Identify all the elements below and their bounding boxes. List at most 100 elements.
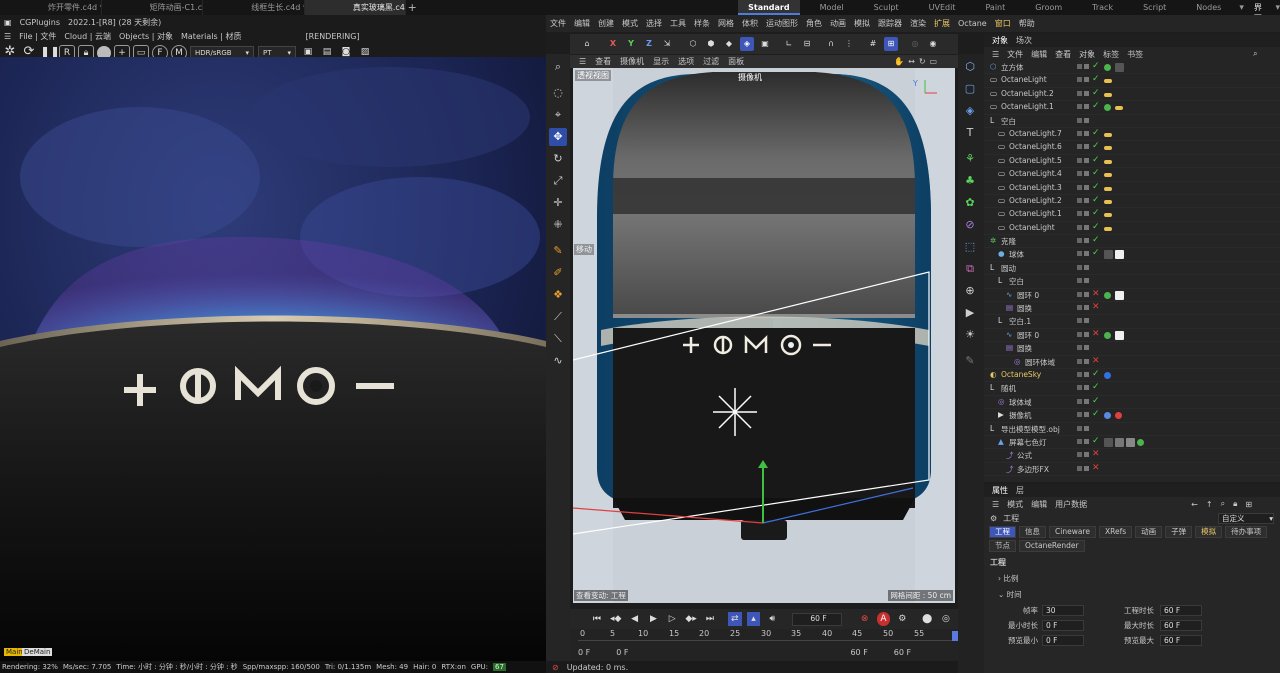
axis-z-toggle[interactable]: Z bbox=[642, 37, 656, 51]
field-input[interactable]: 60 F bbox=[1160, 605, 1202, 616]
keyframe-settings-icon[interactable]: ⚙ bbox=[895, 612, 909, 626]
tag-icon[interactable] bbox=[1104, 199, 1112, 204]
menu-extensions[interactable]: 扩展 bbox=[934, 15, 950, 32]
menu-window[interactable]: 窗口 bbox=[995, 15, 1011, 32]
visibility-dot[interactable] bbox=[1077, 224, 1082, 230]
render-dot[interactable] bbox=[1084, 412, 1089, 418]
layout-tab[interactable]: Standard bbox=[738, 0, 800, 15]
visibility-dot[interactable] bbox=[1077, 77, 1082, 83]
disabled-x-icon[interactable]: ✕ bbox=[1092, 329, 1100, 339]
tag-icon[interactable] bbox=[1104, 331, 1111, 339]
motion-icon[interactable]: ⬤ bbox=[920, 612, 934, 626]
spline-tools-icon[interactable]: ❖ bbox=[549, 286, 567, 304]
object-row[interactable]: ▭ OctaneLight.3 ✓ bbox=[984, 182, 1280, 195]
snap-settings-icon[interactable]: ⋮ bbox=[842, 37, 856, 51]
enabled-check-icon[interactable]: ✓ bbox=[1092, 74, 1100, 84]
axis-y-toggle[interactable]: Y bbox=[624, 37, 638, 51]
render-dot[interactable] bbox=[1084, 77, 1089, 83]
next-key-icon[interactable]: ◆▸ bbox=[684, 612, 698, 626]
spline-pen-icon[interactable]: ✎ bbox=[549, 242, 567, 260]
visibility-dot[interactable] bbox=[1077, 64, 1082, 69]
object-row[interactable]: ▤ 圆换 bbox=[984, 342, 1280, 356]
workplane-icon[interactable]: ⊟ bbox=[800, 37, 814, 51]
menu-render[interactable]: 渲染 bbox=[910, 15, 926, 32]
light-icon[interactable]: ☀ bbox=[961, 326, 979, 344]
timeline-ruler[interactable]: 0 5 10 15 20 25 30 35 40 45 50 55 bbox=[578, 629, 958, 641]
render-dot[interactable] bbox=[1084, 90, 1089, 96]
visibility-dot[interactable] bbox=[1077, 130, 1082, 136]
viewer-menu-item[interactable]: File | 文件 bbox=[19, 31, 56, 42]
menu-edit[interactable]: 编辑 bbox=[574, 15, 590, 32]
tag-icon[interactable] bbox=[1115, 106, 1123, 111]
effector-icon[interactable]: ✿ bbox=[961, 194, 979, 212]
viewer-menu-item[interactable]: Cloud | 云端 bbox=[64, 31, 111, 42]
next-frame-icon[interactable]: ▷ bbox=[665, 612, 679, 626]
viewport-menu-item[interactable]: 过滤 bbox=[703, 56, 719, 67]
layout-tab[interactable]: Model bbox=[810, 0, 854, 15]
up-icon[interactable]: ↑ bbox=[1206, 500, 1213, 509]
zoom-icon[interactable]: ↻ bbox=[919, 57, 926, 66]
menu-tracker[interactable]: 跟踪器 bbox=[878, 15, 902, 32]
render-dot[interactable] bbox=[1084, 64, 1089, 69]
attr-tab-bullet[interactable]: 子弹 bbox=[1165, 526, 1193, 538]
record-icon[interactable]: ⊗ bbox=[858, 612, 872, 626]
tag-icon[interactable] bbox=[1115, 412, 1122, 420]
smooth-icon[interactable]: ∿ bbox=[549, 352, 567, 370]
enabled-check-icon[interactable]: ✓ bbox=[1092, 168, 1100, 178]
render-dot[interactable] bbox=[1084, 452, 1089, 458]
render-dot[interactable] bbox=[1084, 144, 1089, 150]
primitive-icon[interactable]: ◈ bbox=[961, 102, 979, 120]
object-row[interactable]: ▶ 摄像机 ✓ bbox=[984, 409, 1280, 423]
go-start-icon[interactable]: ⏮ bbox=[590, 612, 604, 626]
layout-tab[interactable]: Script bbox=[1133, 0, 1176, 15]
menu-create[interactable]: 创建 bbox=[598, 15, 614, 32]
viewport-menu-item[interactable]: 查看 bbox=[595, 56, 611, 67]
text-icon[interactable]: T bbox=[961, 124, 979, 142]
render-dot[interactable] bbox=[1084, 398, 1089, 404]
menu-simulate[interactable]: 模拟 bbox=[854, 15, 870, 32]
attr-tab-nodes[interactable]: 节点 bbox=[989, 540, 1016, 552]
magnet-icon[interactable]: ∩ bbox=[824, 37, 838, 51]
enabled-check-icon[interactable]: ✓ bbox=[1092, 409, 1100, 419]
attr-tab-octanerender[interactable]: OctaneRender bbox=[1019, 540, 1085, 552]
field-input[interactable]: 0 F bbox=[1042, 635, 1084, 646]
new-panel-icon[interactable]: ⊞ bbox=[1245, 500, 1252, 509]
tag-icon[interactable] bbox=[1104, 104, 1111, 112]
autokey-icon[interactable]: A bbox=[876, 612, 891, 626]
viewport-menu-item[interactable]: 显示 bbox=[653, 56, 669, 67]
render-dot[interactable] bbox=[1084, 331, 1089, 337]
visibility-dot[interactable] bbox=[1077, 425, 1082, 431]
object-row[interactable]: ▭ OctaneLight ✓ bbox=[984, 222, 1280, 236]
render-dot[interactable] bbox=[1084, 211, 1089, 217]
field-input[interactable]: 60 F bbox=[1160, 635, 1202, 646]
rotate-icon[interactable]: ↻ bbox=[549, 150, 567, 168]
field-input[interactable]: 60 F bbox=[1160, 620, 1202, 631]
tag-icon[interactable] bbox=[1104, 437, 1113, 447]
viewer-menu-item[interactable]: Materials | 材质 bbox=[181, 31, 241, 42]
enabled-check-icon[interactable]: ✓ bbox=[1092, 248, 1100, 258]
tag-icon[interactable] bbox=[1104, 371, 1111, 379]
tag-icon[interactable] bbox=[1115, 290, 1124, 300]
disabled-x-icon[interactable]: ✕ bbox=[1092, 463, 1100, 473]
visibility-dot[interactable] bbox=[1077, 90, 1082, 96]
cube-icon[interactable]: ⬡ bbox=[961, 58, 979, 76]
object-row[interactable]: ▤ 圆换 ✕ bbox=[984, 302, 1280, 316]
uv-mode-icon[interactable]: ▣ bbox=[758, 37, 772, 51]
object-row[interactable]: ∿ 圆环 0 ✕ bbox=[984, 329, 1280, 343]
object-row[interactable]: L 圆动 bbox=[984, 262, 1280, 276]
transform-icon[interactable]: ✛ bbox=[549, 194, 567, 212]
menu-animate[interactable]: 动画 bbox=[830, 15, 846, 32]
attr-tab-todo[interactable]: 待办事项 bbox=[1225, 526, 1268, 538]
viewer-menu-item[interactable]: Objects | 对象 bbox=[119, 31, 173, 42]
visibility-dot[interactable] bbox=[1077, 144, 1082, 150]
render-dot[interactable] bbox=[1084, 130, 1089, 136]
render-dot[interactable] bbox=[1084, 104, 1089, 110]
tag-icon[interactable] bbox=[1104, 92, 1112, 97]
snap-icon[interactable]: ⊞ bbox=[884, 37, 898, 51]
object-row[interactable]: ∿ 圆环 0 ✕ bbox=[984, 289, 1280, 303]
visibility-dot[interactable] bbox=[1077, 278, 1082, 284]
pan-icon[interactable]: ✋ bbox=[894, 57, 904, 66]
menu-tools[interactable]: 工具 bbox=[670, 15, 686, 32]
back-icon[interactable]: ← bbox=[1191, 500, 1198, 509]
enabled-check-icon[interactable]: ✓ bbox=[1092, 141, 1100, 151]
